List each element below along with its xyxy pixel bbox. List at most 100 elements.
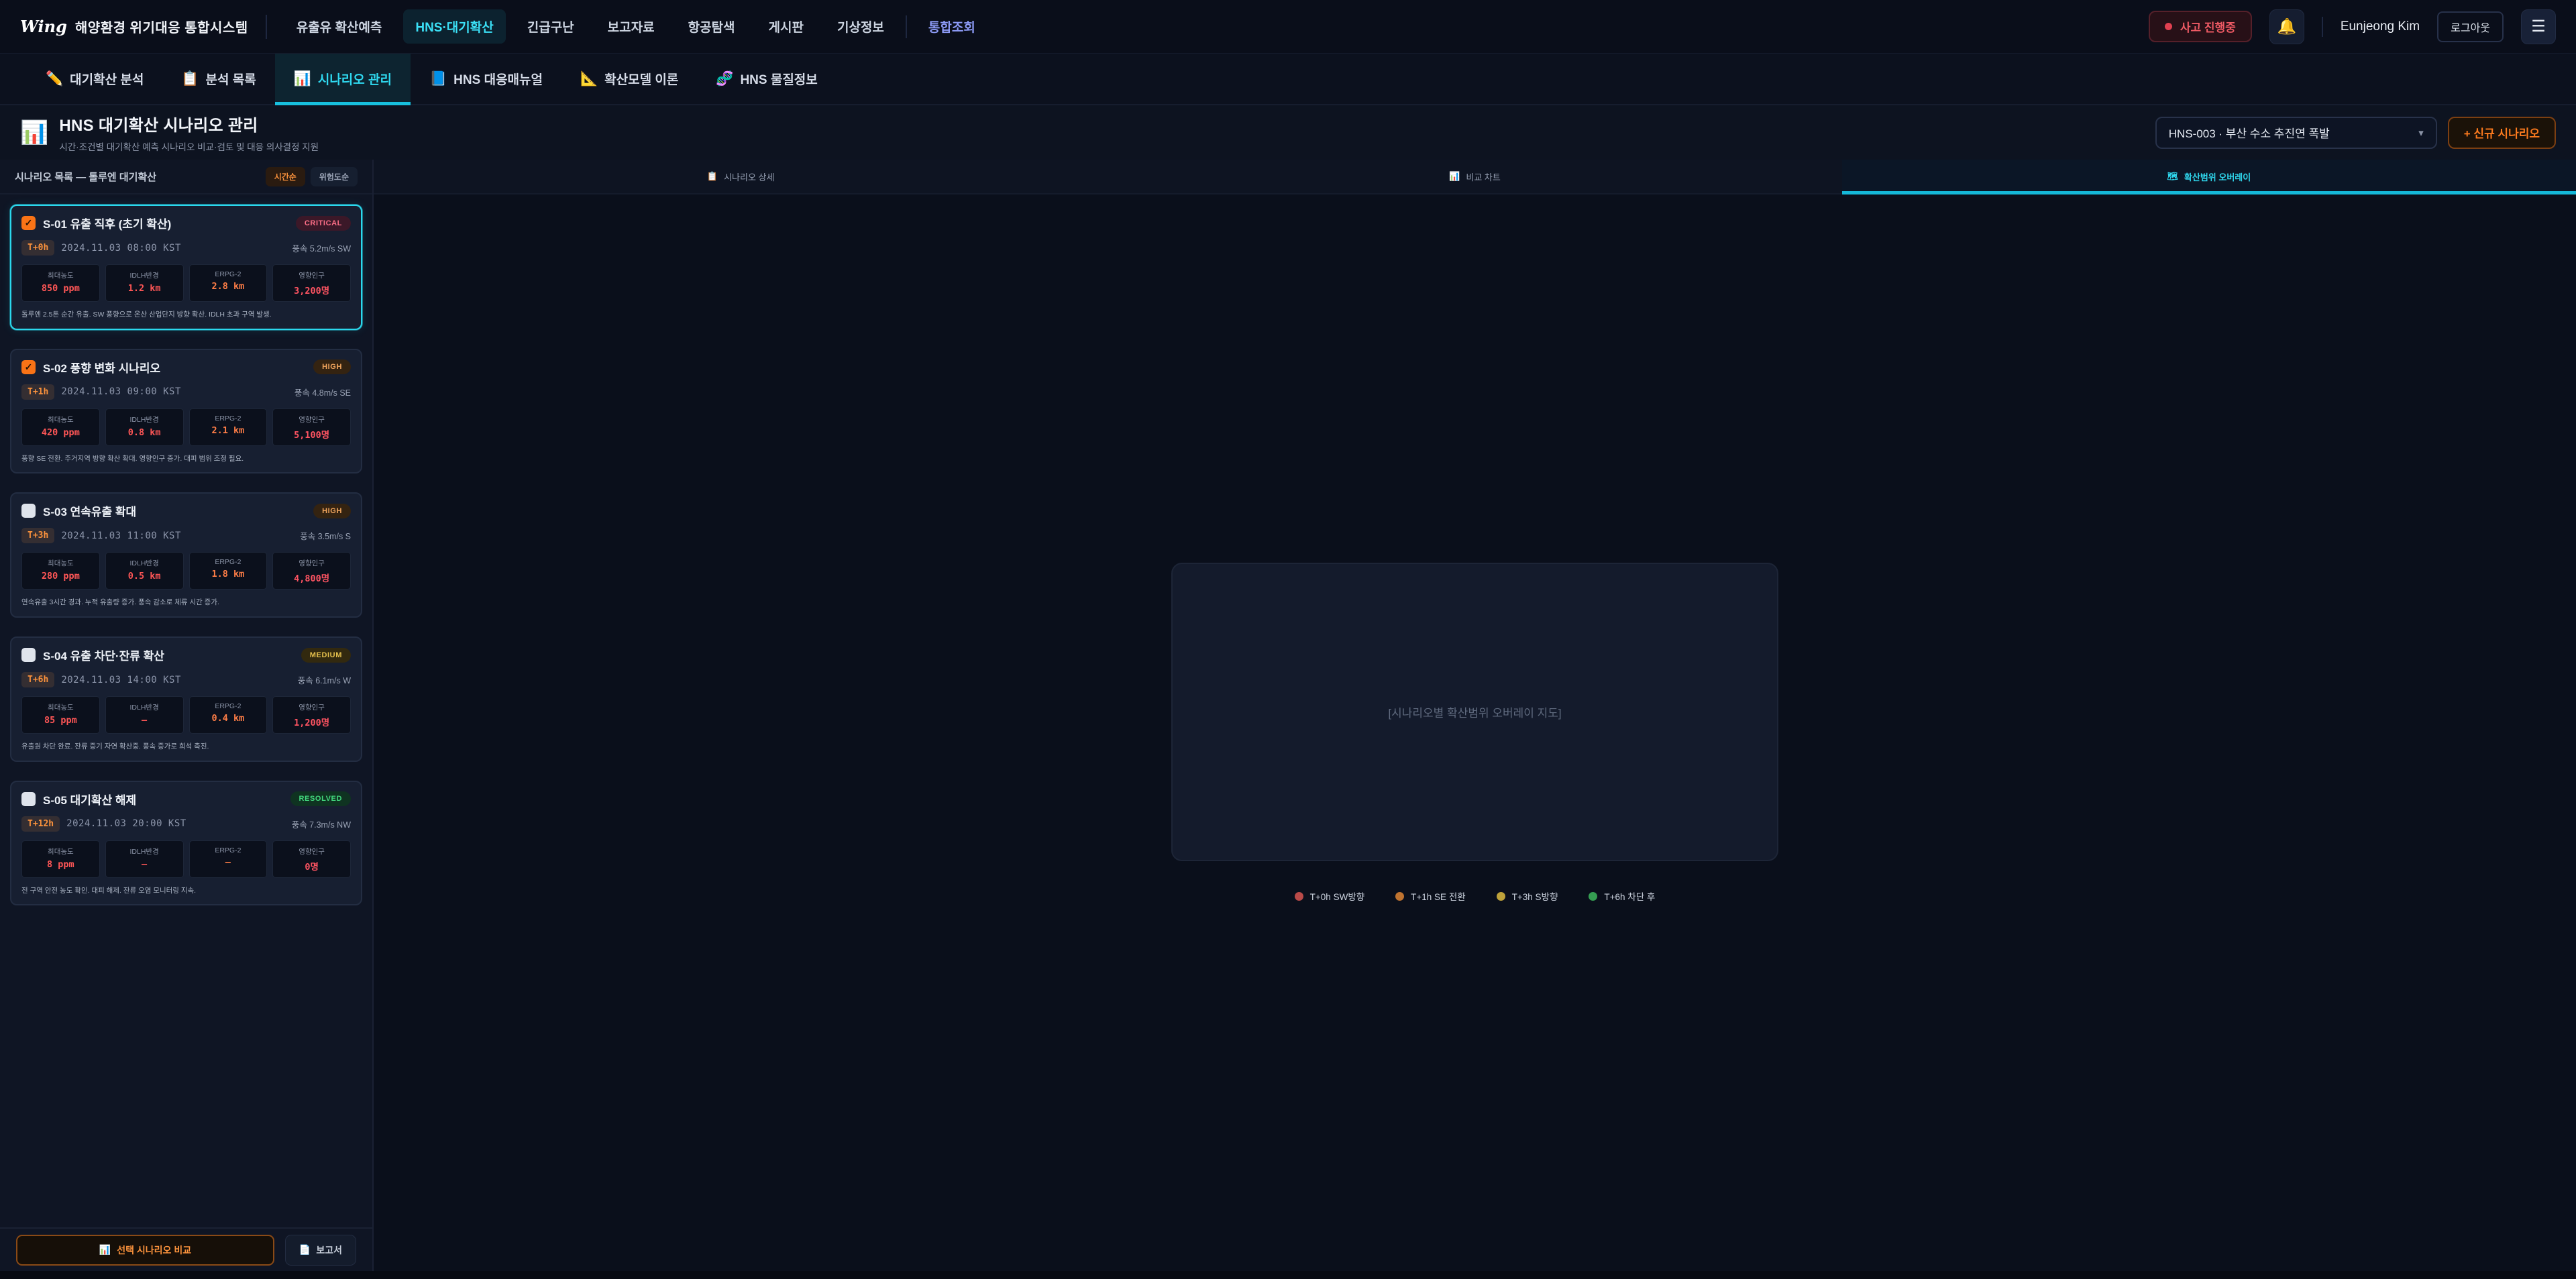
view-tab-2[interactable]: 🗺 확산범위 오버레이: [1842, 160, 2576, 193]
scenario-description: 유출원 차단 완료. 잔류 증기 자연 확산중. 풍속 증가로 희석 촉진.: [21, 742, 351, 752]
scenario-card[interactable]: S-03 연속유출 확대HIGHT+3h2024.11.03 11:00 KST…: [10, 492, 362, 618]
time-offset-badge: T+3h: [21, 528, 54, 543]
tab-icon: ✏️: [46, 71, 63, 87]
metric-value: 8 ppm: [23, 859, 98, 870]
metric-chip: 영향인구1,200명: [272, 696, 351, 734]
content: 시나리오 목록 — 톨루엔 대기확산 시간순 위험도순 ✓S-01 유출 직후 …: [0, 160, 2576, 1271]
module-tab-1[interactable]: 📋분석 목록: [162, 54, 274, 104]
metric-value: —: [191, 857, 266, 868]
metric-chip: 최대농도8 ppm: [21, 840, 100, 878]
metric-value: 0.5 km: [107, 571, 182, 581]
chart-icon: 📊: [99, 1244, 111, 1256]
compare-scenarios-button[interactable]: 📊 선택 시나리오 비교: [16, 1235, 274, 1266]
brand-title: 해양환경 위기대응 통합시스템: [75, 17, 248, 36]
metric-chip: 최대농도85 ppm: [21, 696, 100, 734]
legend-item: T+1h SE 전환: [1395, 889, 1466, 903]
metric-value: 5,100명: [274, 427, 349, 441]
incident-status-label: 사고 진행중: [2180, 18, 2236, 35]
tab-icon: 📐: [580, 71, 598, 87]
metric-value: 3,200명: [274, 283, 349, 296]
app-root: Wing 해양환경 위기대응 통합시스템 유출유 확산예측HNS·대기확산긴급구…: [0, 0, 2576, 1279]
tab-label: HNS 물질정보: [740, 70, 817, 88]
bell-icon: 🔔: [2277, 17, 2296, 36]
module-tab-3[interactable]: 📘HNS 대응매뉴얼: [411, 54, 561, 104]
legend-item: T+3h S방향: [1497, 889, 1558, 903]
risk-badge: MEDIUM: [301, 648, 351, 663]
metric-value: 1,200명: [274, 715, 349, 728]
nav-item-0[interactable]: 유출유 확산예측: [284, 9, 394, 44]
nav-item-1[interactable]: HNS·대기확산: [403, 9, 505, 44]
tab-label: 비교 차트: [1466, 170, 1500, 183]
risk-badge: HIGH: [313, 359, 351, 374]
tab-label: 분석 목록: [205, 70, 256, 88]
nav-item-7[interactable]: 통합조회: [916, 9, 987, 44]
scenario-description: 풍향 SE 전환. 주거지역 방향 확산 확대. 영향인구 증가. 대피 범위 …: [21, 454, 351, 464]
nav-item-4[interactable]: 항공탐색: [676, 9, 747, 44]
metric-label: ERPG-2: [191, 270, 266, 278]
metric-label: 최대농도: [23, 702, 98, 712]
wind-info: 풍속 6.1m/s W: [298, 673, 351, 686]
nav-item-2[interactable]: 긴급구난: [515, 9, 586, 44]
tab-label: HNS 대응매뉴얼: [453, 70, 543, 88]
metric-value: 4,800명: [274, 571, 349, 584]
top-bar: Wing 해양환경 위기대응 통합시스템 유출유 확산예측HNS·대기확산긴급구…: [0, 0, 2576, 54]
scenario-card[interactable]: ✓S-01 유출 직후 (초기 확산)CRITICALT+0h2024.11.0…: [10, 205, 362, 330]
metric-chip: ERPG-22.8 km: [189, 264, 268, 302]
module-tab-5[interactable]: 🧬HNS 물질정보: [697, 54, 836, 104]
legend-label: T+3h S방향: [1512, 889, 1558, 903]
nav-item-6[interactable]: 기상정보: [825, 9, 896, 44]
view-tab-1[interactable]: 📊비교 차트: [1108, 160, 1841, 193]
new-scenario-button[interactable]: + 신규 시나리오: [2448, 117, 2556, 149]
scenario-card[interactable]: S-05 대기확산 해제RESOLVEDT+12h2024.11.03 20:0…: [10, 781, 362, 906]
scenario-card[interactable]: S-04 유출 차단·잔류 확산MEDIUMT+6h2024.11.03 14:…: [10, 636, 362, 762]
view-tab-0[interactable]: 📋시나리오 상세: [374, 160, 1108, 193]
scenario-checkbox[interactable]: [21, 648, 36, 662]
legend-label: T+1h SE 전환: [1411, 889, 1466, 903]
scenario-sidebar: 시나리오 목록 — 톨루엔 대기확산 시간순 위험도순 ✓S-01 유출 직후 …: [0, 160, 374, 1271]
legend-dot-icon: [1589, 892, 1597, 901]
notifications-button[interactable]: 🔔: [2269, 9, 2304, 44]
tab-label: 확산범위 오버레이: [2184, 170, 2251, 183]
module-tab-2[interactable]: 📊시나리오 관리: [275, 54, 411, 104]
nav-item-3[interactable]: 보고자료: [596, 9, 667, 44]
metric-chip: IDLH반경0.8 km: [105, 408, 184, 446]
scenario-card[interactable]: ✓S-02 풍향 변화 시나리오HIGHT+1h2024.11.03 09:00…: [10, 349, 362, 474]
metric-label: 영향인구: [274, 414, 349, 425]
main-nav: 유출유 확산예측 HNS·대기확산 긴급구난 보고자료 항공탐색 게시판 기상정보 통합조회: [284, 9, 987, 44]
wind-info: 풍속 7.3m/s NW: [292, 818, 351, 830]
scenario-checkbox[interactable]: ✓: [21, 216, 36, 230]
incident-select-value: HNS-003 · 부산 수소 추진연 폭발: [2169, 124, 2330, 141]
nav-item-5[interactable]: 게시판: [757, 9, 816, 44]
module-tab-4[interactable]: 📐확산모델 이론: [561, 54, 697, 104]
scenario-title: S-03 연속유출 확대: [43, 502, 306, 519]
sort-by-risk-button[interactable]: 위험도순: [311, 167, 358, 186]
report-button[interactable]: 📄 보고서: [285, 1235, 356, 1266]
hamburger-menu-button[interactable]: ☰: [2521, 9, 2556, 44]
module-tab-0[interactable]: ✏️대기확산 분석: [27, 54, 162, 104]
bottom-strip: [0, 1271, 2576, 1279]
logout-button[interactable]: 로그아웃: [2437, 11, 2504, 42]
tab-icon: 🗺: [2167, 171, 2178, 182]
metric-value: 850 ppm: [23, 283, 98, 294]
scenario-checkbox[interactable]: [21, 504, 36, 518]
scenario-datetime: 2024.11.03 11:00 KST: [61, 531, 181, 541]
scenario-checkbox[interactable]: ✓: [21, 360, 36, 374]
scenario-checkbox[interactable]: [21, 792, 36, 806]
scenario-title: S-04 유출 차단·잔류 확산: [43, 647, 294, 663]
overlay-map-panel: [시나리오별 확산범위 오버레이 지도]: [1171, 563, 1778, 861]
scenario-datetime: 2024.11.03 20:00 KST: [66, 818, 186, 829]
sort-by-time-button[interactable]: 시간순: [266, 167, 305, 186]
risk-badge: RESOLVED: [290, 791, 352, 806]
incident-select[interactable]: HNS-003 · 부산 수소 추진연 폭발 ▾: [2155, 117, 2437, 149]
report-label: 보고서: [316, 1243, 342, 1257]
metric-chip: ERPG-22.1 km: [189, 408, 268, 446]
divider: [2322, 17, 2323, 37]
metric-label: 영향인구: [274, 846, 349, 856]
metric-value: 0.8 km: [107, 427, 182, 438]
view-tab-bar: 📋시나리오 상세📊비교 차트 🗺 확산범위 오버레이: [374, 160, 2576, 194]
metric-value: 0명: [274, 859, 349, 873]
document-icon: 📄: [299, 1244, 311, 1256]
scenario-datetime: 2024.11.03 08:00 KST: [61, 243, 181, 254]
metric-value: 420 ppm: [23, 427, 98, 438]
metric-chip: 영향인구4,800명: [272, 552, 351, 590]
